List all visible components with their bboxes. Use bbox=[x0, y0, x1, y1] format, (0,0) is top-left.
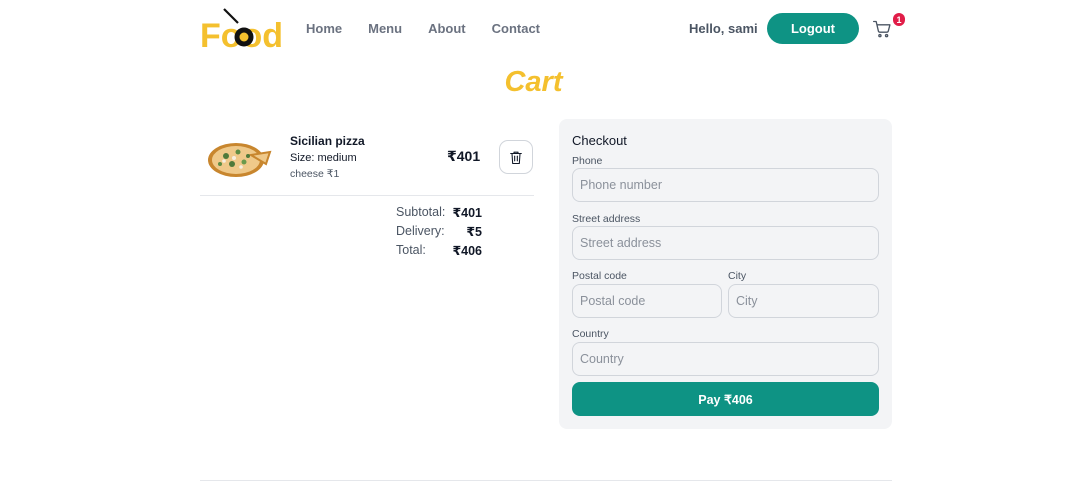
cart-icon bbox=[873, 20, 891, 38]
pizza-image bbox=[208, 143, 272, 177]
subtotal-label: Subtotal: bbox=[396, 205, 446, 219]
trash-icon bbox=[510, 151, 522, 164]
nav-menu-link[interactable]: Menu bbox=[368, 21, 402, 36]
total-row: Total: ₹406 bbox=[396, 243, 486, 262]
checkout-form: Checkout Phone Street address Postal cod… bbox=[559, 119, 892, 429]
site-header: Food Home Menu About Contact Hello, sami… bbox=[200, 8, 905, 50]
logo-link[interactable]: Food bbox=[200, 8, 282, 50]
food-logo: Food bbox=[200, 8, 282, 50]
item-name: Sicilian pizza bbox=[290, 134, 365, 148]
delivery-label: Delivery: bbox=[396, 224, 445, 238]
checkout-title: Checkout bbox=[572, 133, 627, 148]
pay-button[interactable]: Pay ₹406 bbox=[572, 382, 879, 416]
country-input[interactable] bbox=[572, 342, 879, 376]
nav-home-link[interactable]: Home bbox=[306, 21, 342, 36]
phone-input[interactable] bbox=[572, 168, 879, 202]
phone-label: Phone bbox=[572, 155, 603, 167]
postal-code-label: Postal code bbox=[572, 270, 627, 282]
item-size: Size: medium bbox=[290, 152, 357, 164]
item-extras: cheese ₹1 bbox=[290, 168, 340, 180]
subtotal-value: ₹401 bbox=[452, 206, 482, 220]
delivery-row: Delivery: ₹5 bbox=[396, 224, 486, 243]
cart-item: Sicilian pizza Size: medium cheese ₹1 ₹4… bbox=[200, 128, 534, 196]
main-nav: Home Menu About Contact bbox=[306, 21, 566, 36]
postal-code-input[interactable] bbox=[572, 284, 722, 318]
nav-contact-link[interactable]: Contact bbox=[492, 21, 540, 36]
delivery-value: ₹5 bbox=[466, 225, 482, 239]
street-address-input[interactable] bbox=[572, 226, 879, 260]
subtotal-row: Subtotal: ₹401 bbox=[396, 205, 486, 224]
cart-link[interactable] bbox=[872, 19, 894, 41]
country-label: Country bbox=[572, 328, 609, 340]
cart-count-badge: 1 bbox=[893, 13, 905, 26]
footer-divider bbox=[200, 480, 892, 481]
total-label: Total: bbox=[396, 243, 426, 257]
nav-about-link[interactable]: About bbox=[428, 21, 466, 36]
logout-button[interactable]: Logout bbox=[767, 13, 859, 44]
street-address-label: Street address bbox=[572, 213, 641, 225]
city-label: City bbox=[728, 270, 747, 282]
item-price: ₹401 bbox=[447, 148, 481, 164]
city-input[interactable] bbox=[728, 284, 879, 318]
page-title: Cart bbox=[504, 66, 563, 98]
order-totals: Subtotal: ₹401 Delivery: ₹5 Total: ₹406 bbox=[396, 205, 486, 262]
remove-item-button[interactable] bbox=[499, 140, 533, 174]
total-value: ₹406 bbox=[452, 244, 482, 258]
user-greeting: Hello, sami bbox=[689, 21, 758, 36]
